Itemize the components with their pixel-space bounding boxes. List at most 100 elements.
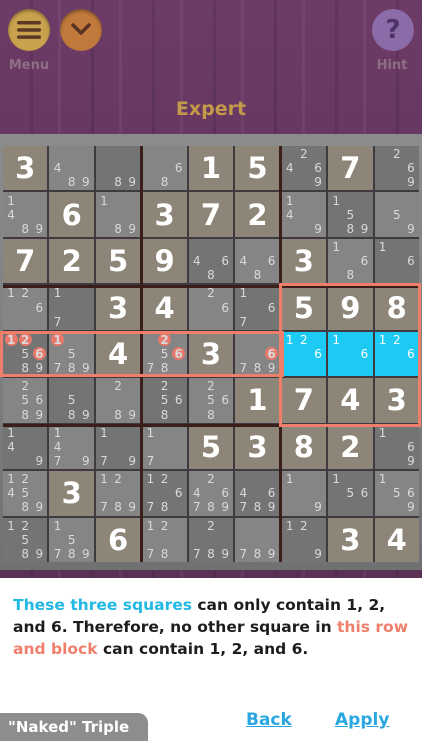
board-cell[interactable]: 126 xyxy=(281,331,327,377)
board-cell[interactable]: 124589 xyxy=(3,471,48,516)
board-cell[interactable]: 4 xyxy=(374,517,419,562)
board-cell[interactable]: 3 xyxy=(328,517,373,562)
board-cell[interactable]: 1278 xyxy=(142,517,187,562)
board-cell[interactable]: 6 789 xyxy=(235,331,280,377)
board-cell[interactable]: 147 9 xyxy=(49,424,94,470)
board-cell[interactable]: 2789 xyxy=(188,517,234,562)
board-cell[interactable]: 5 xyxy=(235,146,280,191)
candidate-digit: 8 xyxy=(160,407,169,422)
board-cell[interactable]: 2568 xyxy=(142,378,187,423)
board-cell[interactable]: 8 xyxy=(374,285,419,330)
board-cell[interactable]: 125689 xyxy=(3,331,48,377)
candidate-empty xyxy=(250,254,264,268)
board-cell[interactable]: 1 xyxy=(188,146,234,191)
candidate-empty xyxy=(97,208,111,222)
collapse-button[interactable] xyxy=(60,9,102,51)
board-cell[interactable]: 3 xyxy=(3,146,48,191)
board-cell[interactable]: 129 xyxy=(281,517,327,562)
board-cell[interactable]: 5 xyxy=(281,285,327,330)
board-cell[interactable]: 2 89 xyxy=(95,378,141,423)
board-cell[interactable]: 24 69 xyxy=(281,146,327,191)
board-cell[interactable]: 19 xyxy=(281,471,327,516)
board-cell[interactable]: 3 xyxy=(142,192,187,237)
board-cell[interactable]: 1 xyxy=(235,378,280,423)
board-cell[interactable]: 1 6 7 xyxy=(235,285,280,330)
board-cell[interactable]: 4 xyxy=(328,378,373,423)
candidate-empty xyxy=(343,347,357,361)
board-cell[interactable]: 4 6 789 xyxy=(235,471,280,516)
board-cell[interactable]: 3 xyxy=(49,471,94,516)
board-cell[interactable]: 17 xyxy=(49,285,94,330)
board-cell[interactable]: 14 9 xyxy=(3,424,48,470)
candidate-empty xyxy=(218,533,232,547)
board-cell[interactable]: 12789 xyxy=(95,471,141,516)
board-cell[interactable]: 1 7 9 xyxy=(95,424,141,470)
board-cell[interactable]: 15789 xyxy=(49,517,94,562)
candidate-empty xyxy=(390,500,404,514)
board-cell[interactable]: 589 xyxy=(49,378,94,423)
board-cell[interactable]: 16 xyxy=(328,331,373,377)
board-cell[interactable]: 14 9 xyxy=(281,192,327,237)
board-cell[interactable]: 269 xyxy=(374,146,419,191)
board-cell[interactable]: 7 xyxy=(3,238,48,284)
board-cell[interactable]: 256 78 xyxy=(142,331,187,377)
board-cell[interactable]: 156 xyxy=(328,471,373,516)
board-cell[interactable]: 3 xyxy=(281,238,327,284)
board-cell[interactable]: 4 68 xyxy=(235,238,280,284)
board-cell[interactable]: 7 xyxy=(328,146,373,191)
board-cell[interactable]: 1 69 xyxy=(374,424,419,470)
board-cell[interactable]: 3 xyxy=(235,424,280,470)
board-cell[interactable]: 68 xyxy=(142,146,187,191)
board-cell[interactable]: 4 68 xyxy=(188,238,234,284)
board-cell[interactable]: 4 xyxy=(142,285,187,330)
board-cell[interactable]: 12589 xyxy=(3,517,48,562)
board-cell[interactable]: 8 xyxy=(281,424,327,470)
board-cell[interactable]: 59 xyxy=(374,192,419,237)
board-cell[interactable]: 16 xyxy=(374,238,419,284)
cell-value: 4 xyxy=(386,522,407,557)
board-cell[interactable]: 3 xyxy=(374,378,419,423)
board-cell[interactable]: 1 68 xyxy=(328,238,373,284)
board-cell[interactable]: 5 xyxy=(95,238,141,284)
board-cell[interactable]: 15789 xyxy=(49,331,94,377)
board-cell[interactable]: 789 xyxy=(235,517,280,562)
board-cell[interactable]: 9 xyxy=(328,285,373,330)
hint-button[interactable]: ? xyxy=(372,9,414,51)
apply-button[interactable]: Apply xyxy=(335,710,389,730)
board-cell[interactable]: 489 xyxy=(49,146,94,191)
board-cell[interactable]: 17 xyxy=(142,424,187,470)
board-cell[interactable]: 7 xyxy=(281,378,327,423)
menu-button[interactable] xyxy=(8,9,50,51)
board-cell[interactable]: 2 xyxy=(49,238,94,284)
board-cell[interactable]: 126 xyxy=(374,331,419,377)
board-cell[interactable]: 3 xyxy=(188,331,234,377)
board-cell[interactable]: 1489 xyxy=(3,192,48,237)
back-button[interactable]: Back xyxy=(246,710,292,730)
candidate-digit: 9 xyxy=(35,454,44,469)
candidate-digit: 8 xyxy=(114,407,122,422)
board-cell[interactable]: 2 xyxy=(328,424,373,470)
candidate-digit: 1 xyxy=(7,425,15,440)
candidate-digit: 2 xyxy=(300,332,308,347)
candidate-digit: 2 xyxy=(18,333,32,347)
board-cell[interactable]: 1589 xyxy=(328,192,373,237)
board-cell[interactable]: 4 xyxy=(95,331,141,377)
board-cell[interactable]: 2 xyxy=(235,192,280,237)
board-cell[interactable]: 5 xyxy=(188,424,234,470)
board-cell[interactable]: 6 xyxy=(49,192,94,237)
board-cell[interactable]: 126 78 xyxy=(142,471,187,516)
board-cell[interactable]: 2568 xyxy=(188,378,234,423)
board-cell[interactable]: 26 xyxy=(188,285,234,330)
board-cell[interactable]: 126 xyxy=(3,285,48,330)
board-cell[interactable]: 25689 xyxy=(3,378,48,423)
board-cell[interactable]: 1569 xyxy=(374,471,419,516)
board-cell[interactable]: 9 xyxy=(142,238,187,284)
board-cell[interactable]: 89 xyxy=(95,146,141,191)
board-cell[interactable]: 6 xyxy=(95,517,141,562)
candidate-empty xyxy=(204,254,218,268)
board-cell[interactable]: 189 xyxy=(95,192,141,237)
board-cell[interactable]: 3 xyxy=(95,285,141,330)
candidate-grid: 156 xyxy=(329,472,371,514)
board-cell[interactable]: 24 6 789 xyxy=(188,471,234,516)
board-cell[interactable]: 7 xyxy=(188,192,234,237)
